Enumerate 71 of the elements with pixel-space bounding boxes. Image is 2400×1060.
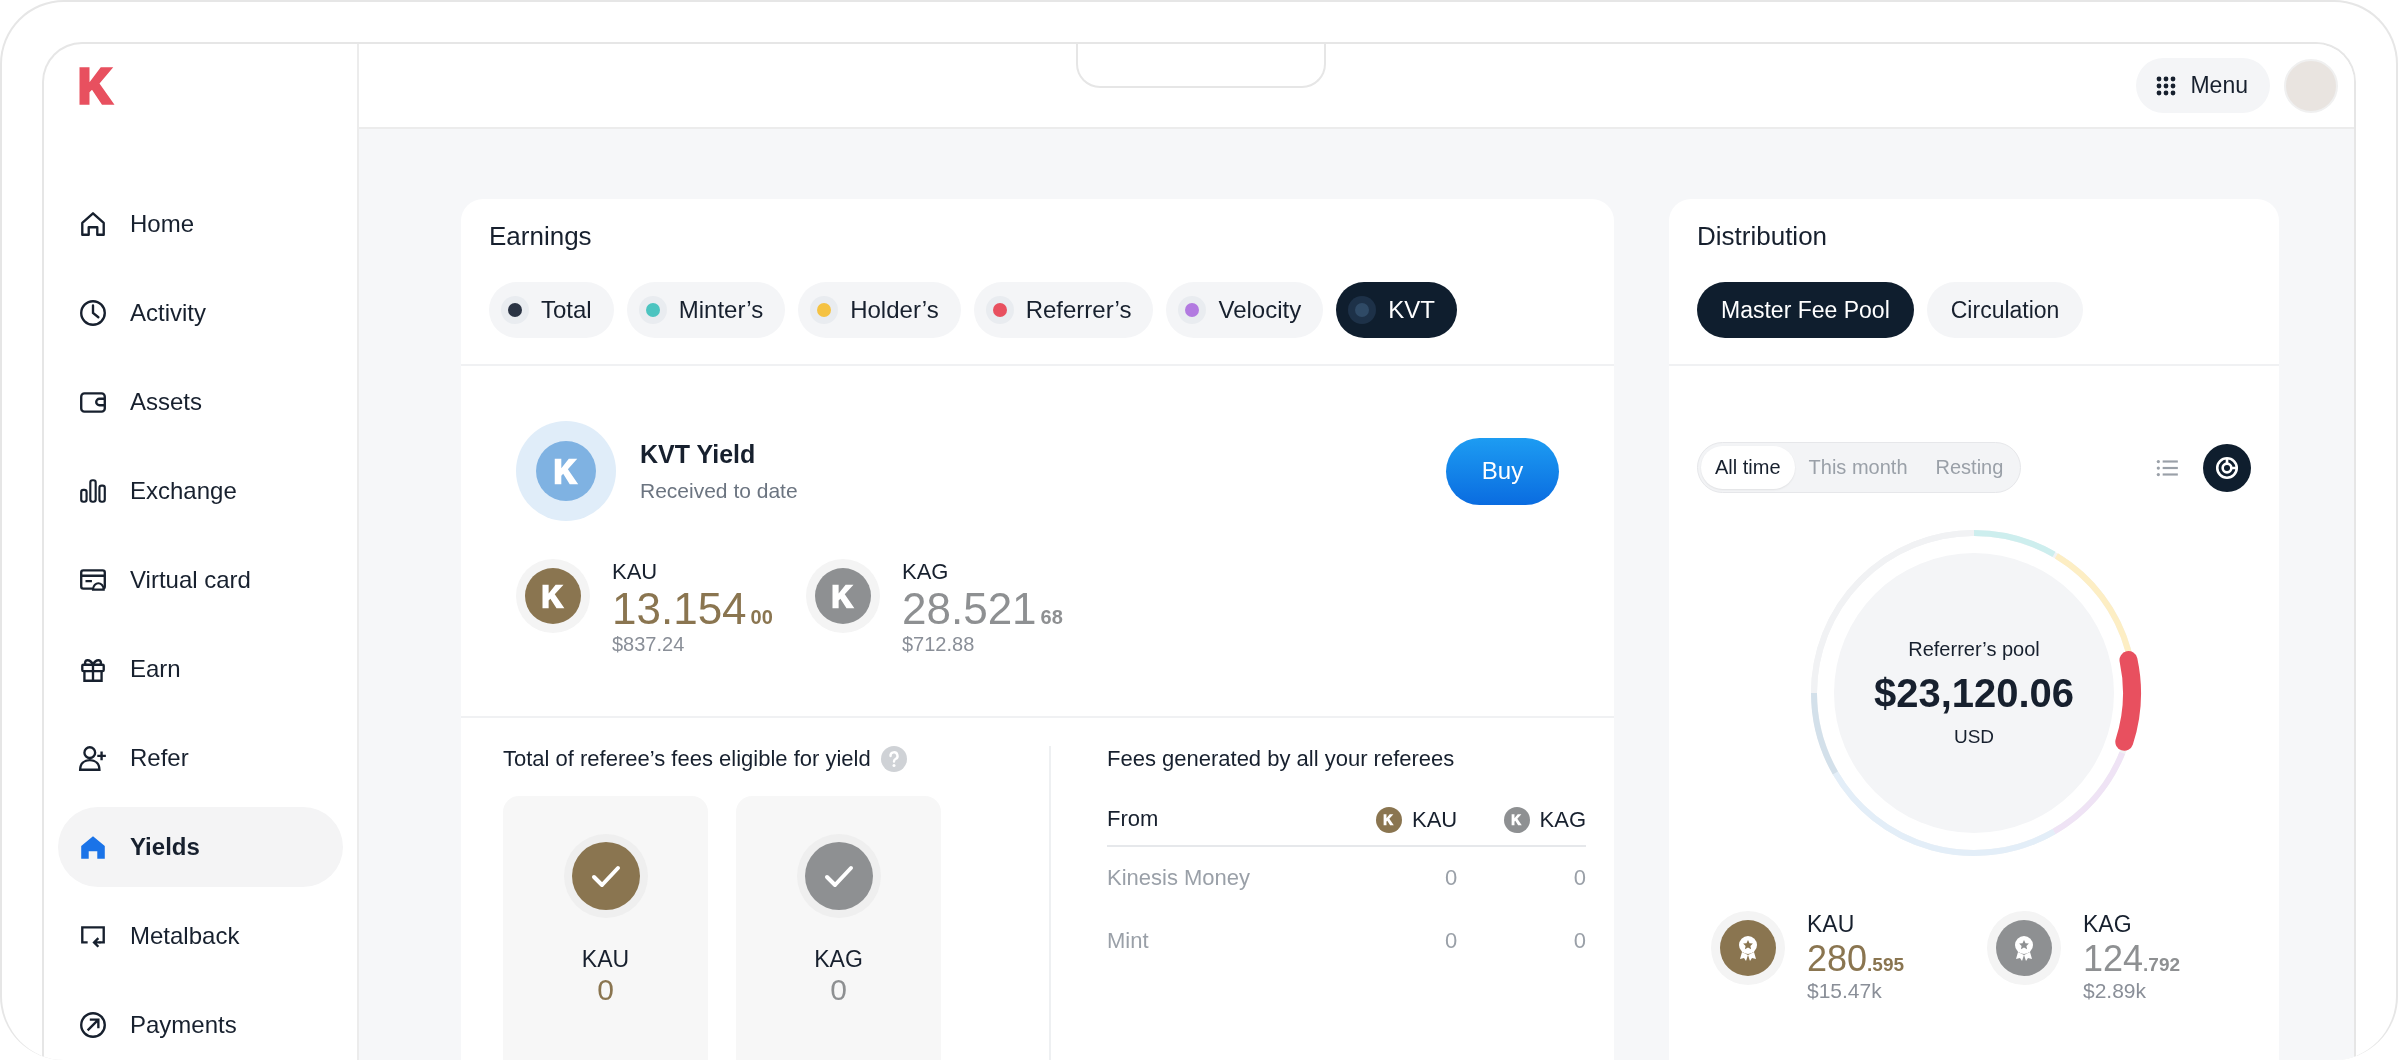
coin-amount: 0	[830, 973, 847, 1007]
pool-label: Referrer’s pool	[1908, 638, 2040, 661]
filter-tab[interactable]: Holder’s	[798, 282, 961, 338]
section-title: Distribution	[1697, 221, 1828, 252]
coin-amount: 124.792	[2083, 938, 2181, 980]
sidebar-item[interactable]: Home	[58, 184, 343, 264]
table-cell: Kinesis Money	[1107, 865, 1251, 890]
coin-symbol: KAU	[1807, 911, 1856, 938]
column-header: KAG	[1503, 806, 1586, 833]
table-cell: 0	[1444, 928, 1458, 953]
sidebar-item[interactable]: Payments	[58, 985, 343, 1060]
sidebar-item[interactable]: Assets	[58, 362, 343, 442]
pool-amount: $23,120.06	[1873, 671, 2075, 716]
view-tab[interactable]: Circulation	[1926, 282, 2084, 338]
tab-icon	[1348, 296, 1377, 324]
sidebar-item[interactable]: Earn	[58, 629, 343, 709]
arrow-circle-icon	[78, 1010, 108, 1040]
table-cell: 0	[1444, 865, 1458, 890]
bar-chart-icon	[78, 476, 108, 506]
tab-icon	[638, 296, 667, 324]
chart-view-button[interactable]	[2203, 443, 2251, 492]
tab-icon	[501, 296, 529, 324]
section-title: Earnings	[489, 221, 592, 252]
add-user-icon	[78, 743, 108, 773]
help-icon[interactable]	[880, 746, 907, 772]
currency-label: USD	[1953, 726, 1995, 748]
section-subtitle: Fees generated by all your referees	[1107, 746, 1456, 772]
grid-icon	[2156, 75, 2177, 96]
coin-amount: 13.154 00	[612, 585, 773, 634]
filter-tab[interactable]: KVT	[1336, 282, 1457, 338]
coin-symbol: KAU	[612, 559, 659, 585]
table-cell: 0	[1573, 865, 1586, 890]
sidebar-item[interactable]: Yields	[58, 807, 343, 887]
usd-value: $712.88	[902, 633, 976, 657]
section-subtitle: Total of referee’s fees eligible for yield	[503, 746, 871, 772]
filter-tab[interactable]: Velocity	[1166, 282, 1324, 338]
filter-tab[interactable]: Referrer’s	[973, 282, 1154, 338]
yield-subtitle: Received to date	[640, 478, 798, 503]
tab-icon	[985, 296, 1014, 324]
donut-chart-icon	[2214, 454, 2240, 481]
table-cell: Mint	[1107, 928, 1149, 953]
table-cell: 0	[1573, 928, 1586, 953]
filter-tab[interactable]: Minter’s	[626, 282, 786, 338]
buy-button[interactable]: Buy	[1446, 437, 1559, 505]
sidebar-item[interactable]: Activity	[58, 273, 343, 353]
coin-symbol: KAU	[581, 946, 630, 973]
usd-value: $15.47k	[1807, 979, 1883, 1004]
menu-button[interactable]: Menu	[2136, 58, 2270, 113]
coin-symbol: KAG	[902, 559, 950, 585]
coin-amount: 28.521 68	[902, 585, 1063, 634]
sidebar-item[interactable]: Metalback	[58, 896, 343, 976]
tab-icon	[1178, 296, 1207, 324]
clock-icon	[78, 298, 108, 328]
view-tab[interactable]: Master Fee Pool	[1697, 282, 1914, 338]
tab-icon	[810, 296, 839, 324]
column-header: KAU	[1375, 806, 1458, 833]
yield-title: KVT Yield	[640, 439, 757, 469]
column-header: From	[1107, 806, 1159, 832]
usd-value: $2.89k	[2083, 979, 2148, 1004]
period-option[interactable]: All time	[1701, 446, 1795, 489]
coin-amount: 280.595	[1807, 938, 1905, 980]
usd-value: $837.24	[612, 633, 686, 657]
coin-symbol: KAG	[814, 946, 863, 973]
logo-icon	[77, 64, 117, 108]
sidebar-item[interactable]: Virtual card	[58, 540, 343, 620]
coin-symbol: KAG	[2083, 911, 2133, 938]
home-icon	[78, 209, 108, 239]
sidebar-item[interactable]: Exchange	[58, 451, 343, 531]
sidebar-item[interactable]: Refer	[58, 718, 343, 798]
coin-amount: 0	[597, 973, 614, 1007]
filter-tab[interactable]: Total	[489, 282, 614, 338]
